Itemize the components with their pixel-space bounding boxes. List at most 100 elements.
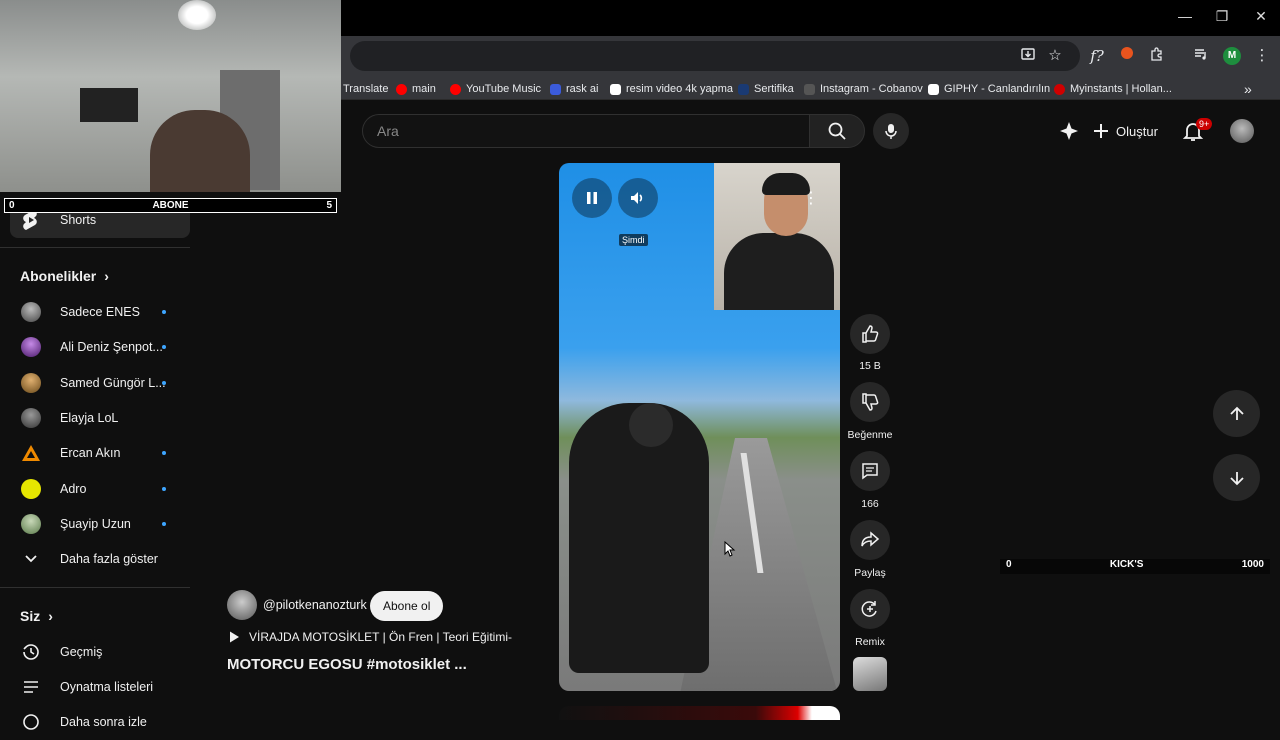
chevron-right-icon: › (48, 608, 53, 624)
channel-avatar (18, 372, 44, 394)
restore-button[interactable]: ❐ (1207, 8, 1237, 25)
previous-short-button[interactable] (1213, 390, 1260, 437)
webcam-background-tv (80, 88, 138, 122)
microphone-icon (885, 124, 897, 139)
video-title[interactable]: MOTORCU EGOSU #motosiklet ... (227, 656, 467, 673)
comments-button[interactable] (850, 451, 890, 491)
browser-menu-icon[interactable]: ⋮ (1252, 46, 1272, 66)
voice-search-button[interactable] (873, 113, 909, 149)
remix-icon (861, 601, 877, 617)
bookmark-youtube-music[interactable]: YouTube Music (450, 81, 541, 97)
bookmark-label: GIPHY - Canlandırılın (944, 83, 1051, 95)
kick-start: 0 (1006, 559, 1012, 570)
gemini-sparkle-icon[interactable] (1058, 120, 1080, 142)
sidebar-item-watch-later[interactable]: Daha sonra izle (0, 704, 190, 740)
linked-video-link[interactable]: VİRAJDA MOTOSİKLET | Ön Fren | Teori Eği… (227, 630, 512, 644)
bookmark-translate[interactable]: Translate (343, 81, 388, 97)
profile-avatar[interactable]: M (1223, 47, 1241, 65)
bookmark-star-icon[interactable]: ☆ (1045, 46, 1065, 66)
create-button[interactable]: Oluştur (1092, 116, 1158, 146)
media-controls-icon[interactable] (1191, 46, 1211, 66)
bookmark-label: Instagram - Cobanov (820, 83, 923, 95)
user-avatar[interactable] (1230, 119, 1254, 143)
bookmark-label: resim video 4k yapma (626, 83, 733, 95)
channel-avatar (18, 336, 44, 358)
dislike-label: Beğenme (847, 429, 893, 441)
audio-source-thumbnail[interactable] (853, 657, 887, 691)
remix-label: Remix (855, 636, 885, 648)
webcam-overlay (0, 0, 341, 192)
close-window-button[interactable]: ✕ (1246, 8, 1276, 25)
more-bookmarks-button[interactable]: » (1244, 81, 1252, 97)
sidebar-item-playlists[interactable]: Oynatma listeleri (0, 669, 190, 705)
channel-name: Şuayip Uzun (60, 517, 131, 531)
channel-handle[interactable]: @pilotkenanozturk (263, 598, 367, 612)
bookmark-giphy[interactable]: GIPHY - Canlandırılın (928, 81, 1050, 97)
linked-video-title: VİRAJDA MOTOSİKLET | Ön Fren | Teori Eği… (249, 630, 512, 644)
notification-badge: 9+ (1196, 118, 1213, 130)
chevron-down-icon (18, 548, 44, 570)
sidebar-channel[interactable]: Sadece ENES (0, 294, 190, 330)
bookmark-label: Translate (343, 83, 389, 95)
install-app-icon[interactable] (1018, 46, 1038, 66)
new-content-dot (162, 345, 166, 349)
subscriptions-heading[interactable]: Abonelikler › (20, 268, 109, 284)
sidebar-channel[interactable]: Elayja LoL (0, 400, 190, 436)
show-more-label: Daha fazla göster (60, 552, 158, 566)
sidebar-item-label: Daha sonra izle (60, 715, 147, 729)
more-options-icon[interactable]: ⋮ (803, 188, 819, 208)
like-button[interactable] (850, 314, 890, 354)
search-button[interactable] (809, 114, 865, 148)
sidebar-item-history[interactable]: Geçmiş (0, 634, 190, 670)
channel-avatar[interactable] (227, 590, 257, 620)
minimize-button[interactable]: — (1170, 8, 1200, 24)
you-title: Siz (20, 608, 41, 624)
sidebar-channel[interactable]: Ercan Akın (0, 435, 190, 471)
remix-button[interactable] (850, 589, 890, 629)
sidebar-channel[interactable]: Ali Deniz Şenpot... (0, 329, 190, 365)
extension-orange-icon[interactable] (1117, 46, 1137, 66)
comment-count: 166 (861, 498, 879, 510)
bookmark-rask-ai[interactable]: rask ai (550, 81, 598, 97)
channel-avatar (18, 478, 44, 500)
giphy-favicon-icon (928, 83, 939, 95)
bookmark-sertifika[interactable]: Sertifika (738, 81, 794, 97)
share-icon (861, 531, 880, 547)
search-input[interactable]: Ara (362, 114, 809, 148)
volume-button[interactable] (618, 178, 658, 218)
bookmark-main[interactable]: main (396, 81, 436, 97)
volume-icon (631, 192, 643, 204)
history-icon (18, 641, 44, 663)
sidebar-channel[interactable]: Samed Güngör L... (0, 365, 190, 401)
bookmark-resim-video[interactable]: resim video 4k yapma (610, 81, 733, 97)
share-button[interactable] (850, 520, 890, 560)
bookmark-label: main (412, 83, 436, 95)
youtube-favicon-icon (396, 83, 407, 95)
channel-name: Ali Deniz Şenpot... (60, 340, 163, 354)
show-more-button[interactable]: Daha fazla göster (0, 541, 190, 577)
next-short-button[interactable] (1213, 454, 1260, 501)
now-label: Şimdi (619, 234, 648, 246)
thumbs-down-icon (862, 393, 879, 411)
sidebar-channel[interactable]: Adro (0, 471, 190, 507)
pause-button[interactable] (572, 178, 612, 218)
video-helmet (629, 403, 673, 447)
channel-avatar (18, 407, 44, 429)
new-content-dot (162, 381, 166, 385)
extension-fx-icon[interactable]: f? (1087, 46, 1107, 66)
sidebar-divider (0, 587, 190, 588)
address-bar[interactable] (350, 41, 1080, 71)
comment-icon (862, 463, 878, 480)
sidebar-channel[interactable]: Şuayip Uzun (0, 506, 190, 542)
bookmark-instagram[interactable]: Instagram - Cobanov (804, 81, 923, 97)
bookmark-label: Myinstants | Hollan... (1070, 83, 1172, 95)
goal-end: 5 (326, 200, 332, 211)
extensions-puzzle-icon[interactable] (1147, 46, 1167, 66)
you-heading[interactable]: Siz › (20, 608, 53, 624)
channel-avatar (18, 442, 44, 464)
subscribe-button[interactable]: Abone ol (370, 591, 444, 621)
next-short-preview[interactable] (559, 706, 840, 720)
dislike-button[interactable] (850, 382, 890, 422)
thumbs-up-icon (862, 325, 879, 343)
bookmark-myinstants[interactable]: Myinstants | Hollan... (1054, 81, 1172, 97)
